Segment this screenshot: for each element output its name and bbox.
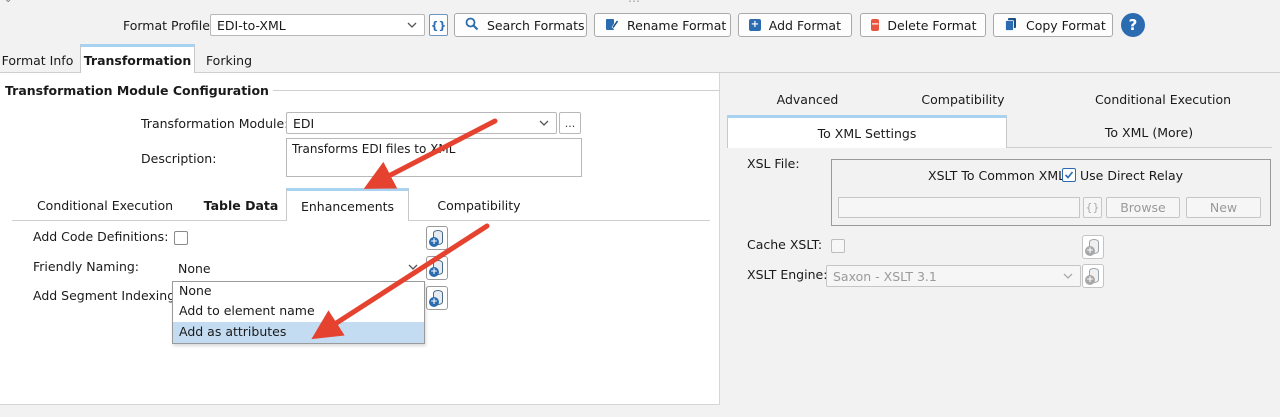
friendly-naming-label: Friendly Naming:: [33, 259, 140, 274]
tab-conditional-execution-right[interactable]: Conditional Execution: [1070, 88, 1256, 110]
module-browse-button[interactable]: ...: [559, 112, 581, 134]
cache-xslt-label: Cache XSLT:: [747, 237, 823, 252]
search-formats-button[interactable]: Search Formats: [454, 13, 587, 37]
use-direct-relay-checkbox[interactable]: [1062, 168, 1076, 182]
xsl-file-label: XSL File:: [747, 156, 800, 171]
help-button[interactable]: ?: [1121, 13, 1145, 37]
transformation-module-select[interactable]: EDI: [286, 112, 557, 134]
cache-xslt-checkbox[interactable]: [831, 239, 845, 253]
copy-format-button[interactable]: Copy Format: [993, 13, 1113, 37]
add-segment-indexing-label: Add Segment Indexing:: [33, 288, 180, 303]
use-direct-relay-label: Use Direct Relay: [1080, 168, 1184, 183]
chevron-down-icon: [538, 116, 550, 130]
transformation-module-label: Transformation Module:: [141, 116, 289, 131]
search-formats-label: Search Formats: [487, 17, 585, 33]
plus-icon: +: [749, 19, 761, 31]
copy-format-label: Copy Format: [1026, 17, 1106, 33]
minus-icon: −: [871, 19, 880, 31]
friendly-naming-dropdown: None Add to element name Add as attribut…: [172, 281, 425, 344]
format-profile-value: EDI-to-XML: [217, 17, 286, 33]
tab-transformation[interactable]: Transformation: [80, 44, 195, 73]
tab-to-xml-settings[interactable]: To XML Settings: [727, 115, 1007, 148]
tab-to-xml-more[interactable]: To XML (More): [1020, 118, 1278, 146]
tab-compatibility-right[interactable]: Compatibility: [893, 88, 1033, 110]
subtab-enhancements[interactable]: Enhancements: [286, 188, 409, 221]
help-icon: ?: [1128, 16, 1138, 34]
transformation-module-value: EDI: [293, 115, 315, 131]
friendly-naming-db-icon[interactable]: +: [426, 256, 448, 280]
add-code-definitions-db-icon[interactable]: +: [426, 226, 448, 250]
xslt-engine-select[interactable]: Saxon - XSLT 3.1: [826, 265, 1081, 287]
chevron-down-icon: [1062, 269, 1074, 283]
add-code-definitions-checkbox[interactable]: [174, 231, 188, 245]
description-label: Description:: [141, 151, 217, 166]
copy-icon: [1004, 17, 1018, 34]
chevron-down-icon: [406, 18, 418, 32]
subtab-table-data[interactable]: Table Data: [196, 192, 286, 218]
subtab-compatibility[interactable]: Compatibility: [420, 192, 538, 218]
grip-dots: ⋯: [628, 0, 640, 8]
cache-xslt-db-icon[interactable]: +: [1082, 235, 1104, 259]
new-button[interactable]: New: [1186, 197, 1261, 218]
group-title: Transformation Module Configuration: [5, 83, 273, 98]
xsl-file-input[interactable]: [838, 197, 1080, 218]
dropdown-option-none[interactable]: None: [173, 282, 424, 302]
format-profile-label: Format Profile:: [123, 18, 215, 33]
collapse-chevron-icon[interactable]: ⌄: [4, 0, 12, 5]
search-icon: [465, 17, 479, 34]
checkmark-icon: [1064, 171, 1074, 179]
friendly-naming-select[interactable]: None: [172, 257, 425, 279]
friendly-naming-value: None: [178, 260, 211, 276]
add-format-label: Add Format: [768, 17, 841, 33]
add-code-definitions-label: Add Code Definitions:: [33, 229, 169, 244]
subtab-conditional-execution[interactable]: Conditional Execution: [30, 192, 180, 218]
browse-button[interactable]: Browse: [1106, 197, 1180, 218]
xslt-engine-value: Saxon - XSLT 3.1: [833, 268, 937, 284]
format-profile-select[interactable]: EDI-to-XML: [210, 14, 425, 36]
xslt-engine-db-icon[interactable]: +: [1082, 264, 1104, 288]
dropdown-option-add-to-element-name[interactable]: Add to element name: [173, 302, 424, 322]
tab-forking[interactable]: Forking: [198, 48, 260, 72]
tab-advanced[interactable]: Advanced: [740, 88, 875, 110]
dropdown-option-add-as-attributes[interactable]: Add as attributes: [173, 322, 424, 343]
description-field[interactable]: Transforms EDI files to XML: [286, 138, 582, 177]
tab-format-info[interactable]: Format Info: [0, 48, 75, 72]
xslt-engine-label: XSLT Engine:: [747, 267, 828, 282]
group-title-line: [232, 90, 720, 91]
rename-format-button[interactable]: Rename Format: [594, 13, 731, 37]
rename-format-label: Rename Format: [627, 17, 727, 33]
add-format-button[interactable]: + Add Format: [738, 13, 852, 37]
add-segment-indexing-db-icon[interactable]: +: [426, 286, 448, 310]
delete-format-label: Delete Format: [887, 17, 977, 33]
description-value: Transforms EDI files to XML: [292, 142, 456, 156]
chevron-down-icon: [407, 260, 419, 274]
xsl-json-button[interactable]: {}: [1083, 197, 1102, 218]
xslt-common-xml-label: XSLT To Common XML:: [928, 168, 1070, 183]
rename-icon: [605, 17, 619, 34]
delete-format-button[interactable]: − Delete Format: [860, 13, 986, 37]
top-strip: [0, 0, 1280, 6]
json-format-button[interactable]: {}: [429, 14, 448, 36]
